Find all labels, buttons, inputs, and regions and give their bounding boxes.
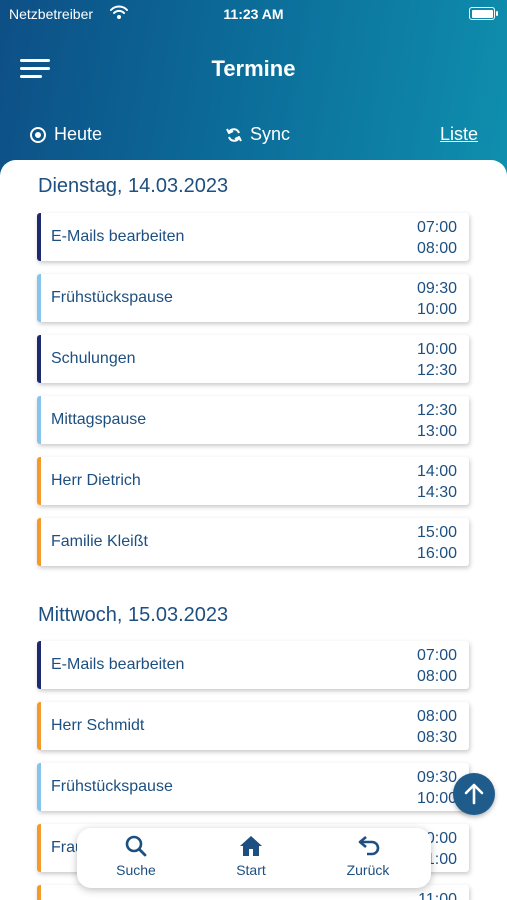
nav-back[interactable]: Zurück	[328, 834, 408, 878]
app-header: Netzbetreiber 11:23 AM Termine Heute Syn…	[0, 0, 507, 175]
appointment-title: Frühstückspause	[51, 778, 173, 795]
home-icon	[240, 836, 262, 856]
appointment-time: 09:30 10:00	[417, 767, 457, 809]
day-heading: Mittwoch, 15.03.2023	[38, 604, 229, 626]
scroll-to-top-button[interactable]	[453, 773, 495, 815]
appointment-title: Mittagspause	[51, 411, 147, 428]
nav-search-label: Suche	[116, 862, 156, 878]
end-time: 14:30	[416, 484, 457, 501]
appointment-card[interactable]: Herr Schmidt 08:00 08:30	[37, 702, 469, 750]
start-time: 08:00	[416, 708, 457, 725]
search-icon	[125, 835, 147, 857]
appointment-card[interactable]: Frühstückspause 09:30 10:00	[37, 274, 469, 322]
appointment-time: 14:00 14:30	[417, 461, 457, 503]
sync-icon	[226, 127, 242, 142]
category-color-bar	[37, 641, 41, 689]
appointment-card[interactable]: Mittagspause 12:30 13:00	[37, 396, 469, 444]
end-time: 10:00	[416, 301, 457, 318]
category-color-bar	[37, 213, 41, 261]
nav-back-label: Zurück	[346, 862, 390, 878]
appointment-title: E-Mails bearbeiten	[51, 656, 185, 673]
appointment-card[interactable]: E-Mails bearbeiten 07:00 08:00	[37, 213, 469, 261]
start-time: 14:00	[416, 463, 457, 480]
appointment-title: Herr Schmidt	[51, 717, 145, 734]
start-time: 09:30	[416, 769, 457, 786]
category-color-bar	[37, 274, 41, 322]
appointment-time: 10:00 12:30	[417, 339, 457, 381]
start-time: 09:30	[416, 280, 457, 297]
category-color-bar	[37, 763, 41, 811]
nav-home[interactable]: Start	[211, 834, 291, 878]
appointments-list[interactable]: Dienstag, 14.03.2023 E-Mails bearbeiten …	[0, 160, 507, 900]
start-time: 07:00	[416, 219, 457, 236]
appointment-card[interactable]: Schulungen 10:00 12:30	[37, 335, 469, 383]
start-time: 12:30	[416, 402, 457, 419]
appointment-title: Schulungen	[51, 350, 136, 367]
start-time: 11:00	[418, 891, 457, 900]
radio-target-icon	[30, 126, 46, 143]
list-view-link[interactable]: Liste	[440, 124, 478, 145]
battery-icon	[469, 7, 498, 20]
category-color-bar	[37, 885, 41, 900]
sync-label: Sync	[250, 124, 291, 144]
end-time: 08:30	[416, 729, 457, 746]
appointment-time: 09:30 10:00	[417, 278, 457, 320]
category-color-bar	[37, 824, 41, 872]
end-time: 10:00	[416, 790, 457, 807]
day-heading: Dienstag, 14.03.2023	[38, 175, 229, 197]
appointment-time: 08:00 08:30	[417, 706, 457, 748]
nav-search[interactable]: Suche	[96, 834, 176, 878]
appointment-title: Familie Kleißt	[51, 533, 148, 550]
start-time: 10:00	[416, 341, 457, 358]
arrow-up-icon	[464, 783, 484, 805]
end-time: 08:00	[416, 668, 457, 685]
appointment-card[interactable]: Familie Kleißt 15:00 16:00	[37, 518, 469, 566]
appointment-title: E-Mails bearbeiten	[51, 228, 185, 245]
appointment-time: 15:00 16:00	[417, 522, 457, 564]
category-color-bar	[37, 518, 41, 566]
category-color-bar	[37, 335, 41, 383]
page-title: Termine	[211, 56, 296, 81]
appointment-time: 12:30 13:00	[417, 400, 457, 442]
today-label: Heute	[54, 124, 103, 144]
nav-home-label: Start	[236, 862, 266, 878]
end-time: 16:00	[416, 545, 457, 562]
end-time: 13:00	[416, 423, 457, 440]
start-time: 07:00	[416, 647, 457, 664]
appointment-title: Herr Dietrich	[51, 472, 141, 489]
start-time: 15:00	[416, 524, 457, 541]
end-time: 12:30	[416, 362, 457, 379]
status-time: 11:23 AM	[223, 6, 284, 22]
appointment-time: 07:00 08:00	[417, 645, 457, 687]
appointment-time: 07:00 08:00	[417, 217, 457, 259]
category-color-bar	[37, 702, 41, 750]
appointment-time: 11:00	[418, 889, 457, 900]
appointment-card[interactable]: Frühstückspause 09:30 10:00	[37, 763, 469, 811]
category-color-bar	[37, 396, 41, 444]
status-bar: Netzbetreiber 11:23 AM	[0, 0, 507, 30]
sync-button[interactable]: Sync	[226, 124, 290, 145]
today-button[interactable]: Heute	[30, 124, 102, 145]
category-color-bar	[37, 457, 41, 505]
appointment-card[interactable]: Herr Dietrich 14:00 14:30	[37, 457, 469, 505]
bottom-navigation: Suche Start Zurück	[77, 828, 431, 888]
undo-icon	[358, 836, 380, 856]
appointment-card[interactable]: E-Mails bearbeiten 07:00 08:00	[37, 641, 469, 689]
end-time: 08:00	[416, 240, 457, 257]
appointment-title: Frühstückspause	[51, 289, 173, 306]
